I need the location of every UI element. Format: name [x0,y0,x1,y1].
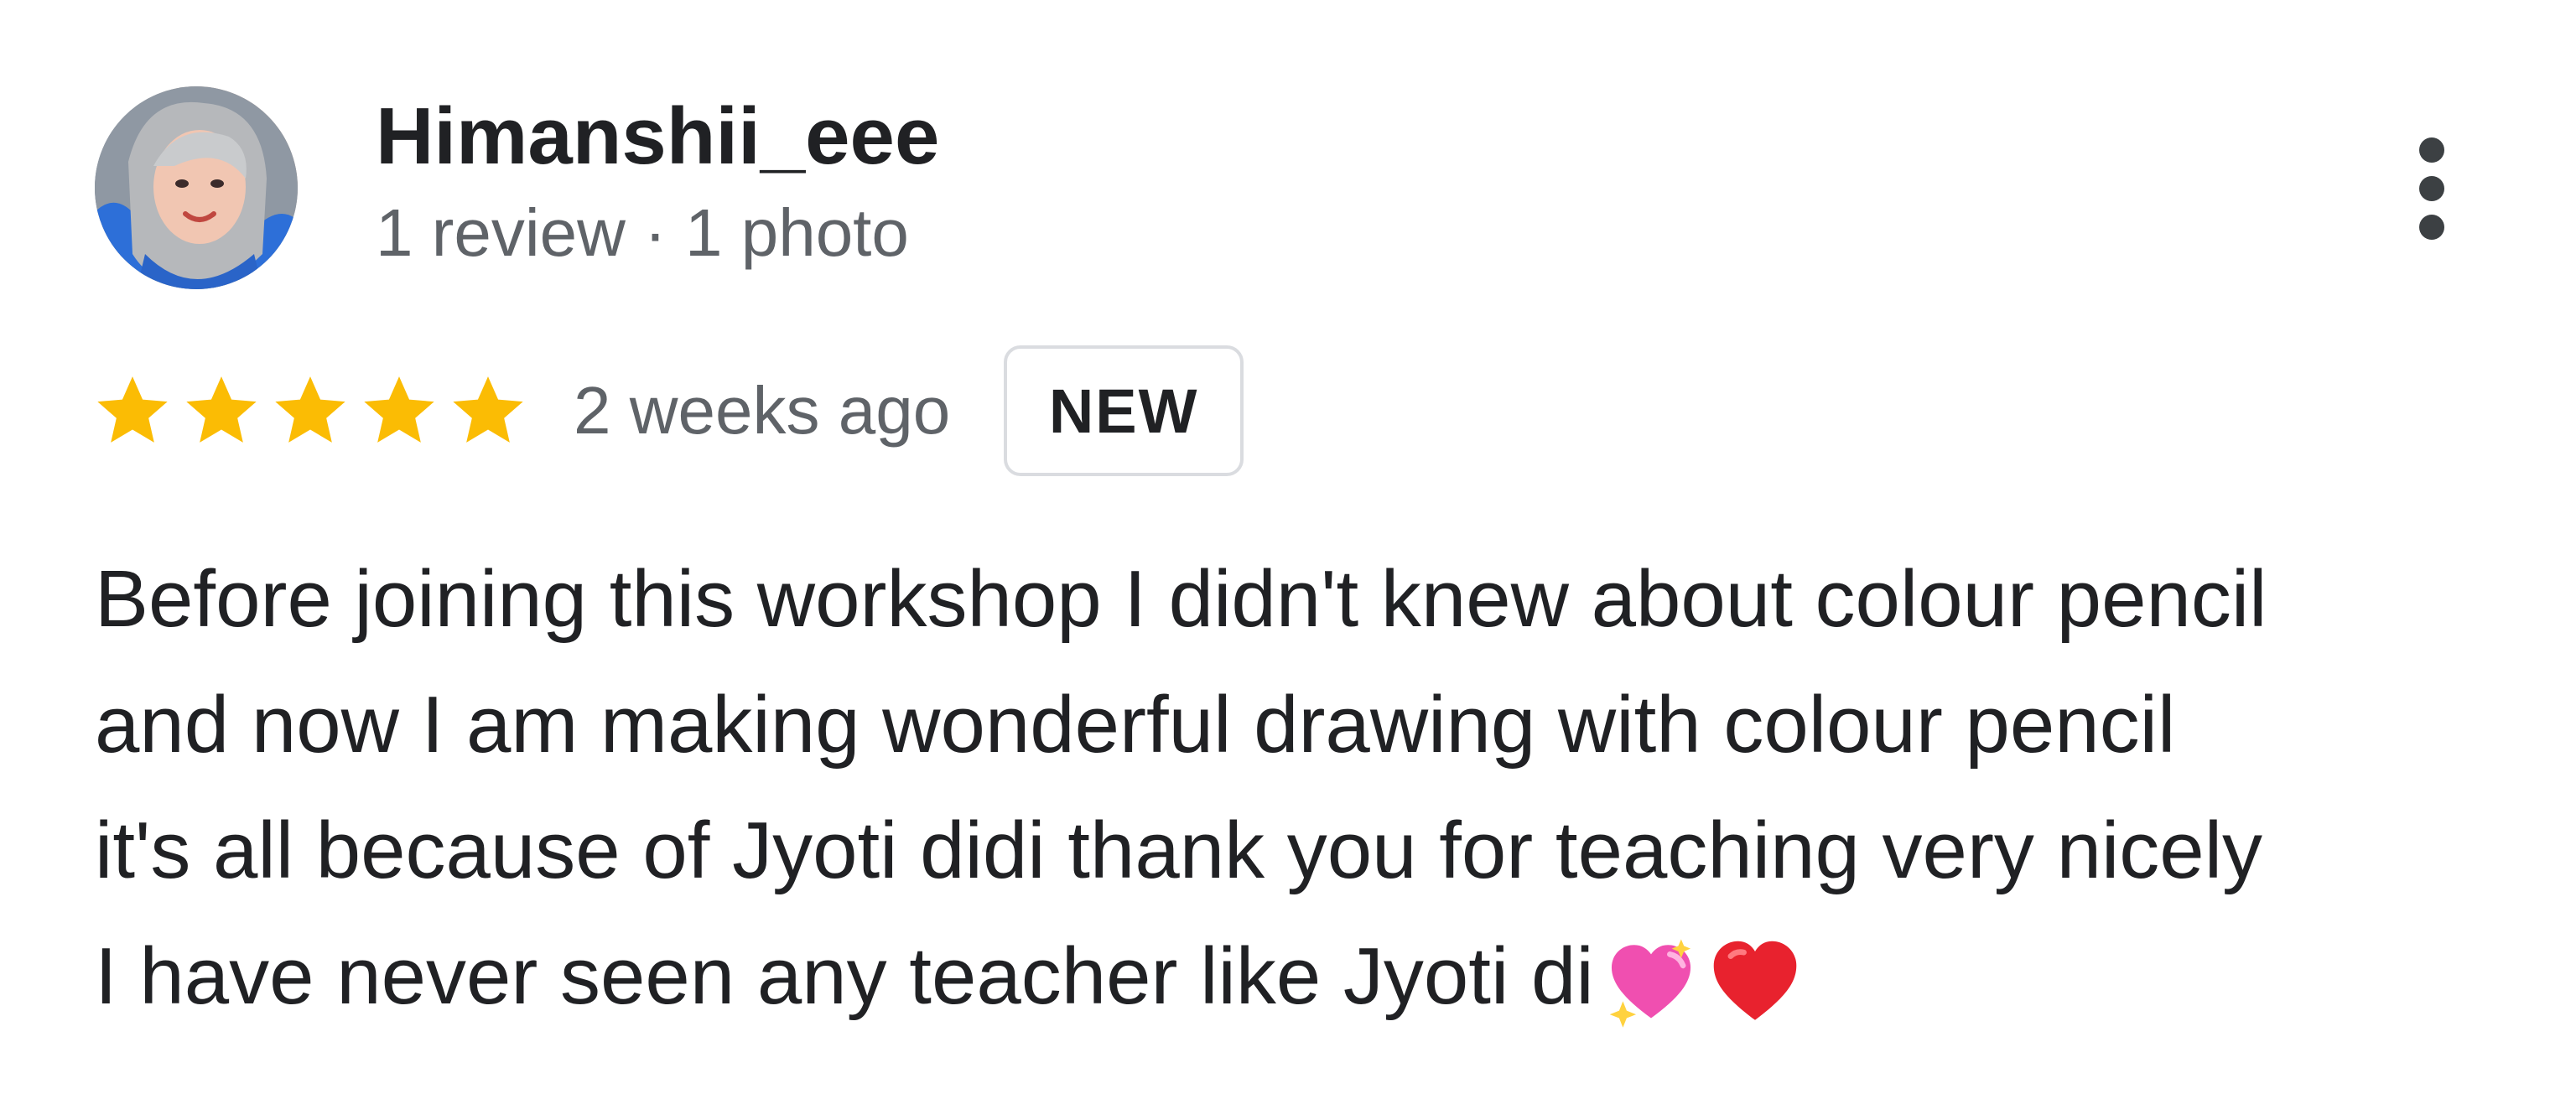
author-name[interactable]: Himanshii_eee [376,86,939,187]
star-rating [91,369,530,453]
rating-row: 2 weeks ago NEW [91,344,1244,478]
star-icon [97,376,168,443]
review-text-line: it's all because of Jyoti didi thank you… [95,806,2263,895]
more-dot [2419,215,2444,240]
sparkling-heart-icon [1604,936,1698,1029]
review-text-line: I have never seen any teacher like Jyoti… [95,931,1594,1021]
more-vert-icon[interactable] [2381,126,2482,251]
author-meta: 1 review · 1 photo [376,195,909,270]
star-icon [364,376,434,443]
review-text: Before joining this workshop I didn't kn… [95,537,2527,1039]
review-card: Himanshii_eee 1 review · 1 photo 2 weeks… [0,0,2576,1099]
new-badge: NEW [1004,345,1244,476]
star-icon [275,376,345,443]
star-icon [453,376,523,443]
more-dot [2419,137,2444,163]
review-text-line: and now I am making wonderful drawing wi… [95,680,2176,770]
more-dot [2419,176,2444,201]
review-text-line-last: I have never seen any teacher like Jyoti… [95,914,2527,1039]
red-heart-icon [1708,936,1802,1029]
star-icon [186,376,257,443]
review-time: 2 weeks ago [574,373,951,448]
review-text-line: Before joining this workshop I didn't kn… [95,554,2267,644]
author-avatar[interactable] [95,86,298,289]
